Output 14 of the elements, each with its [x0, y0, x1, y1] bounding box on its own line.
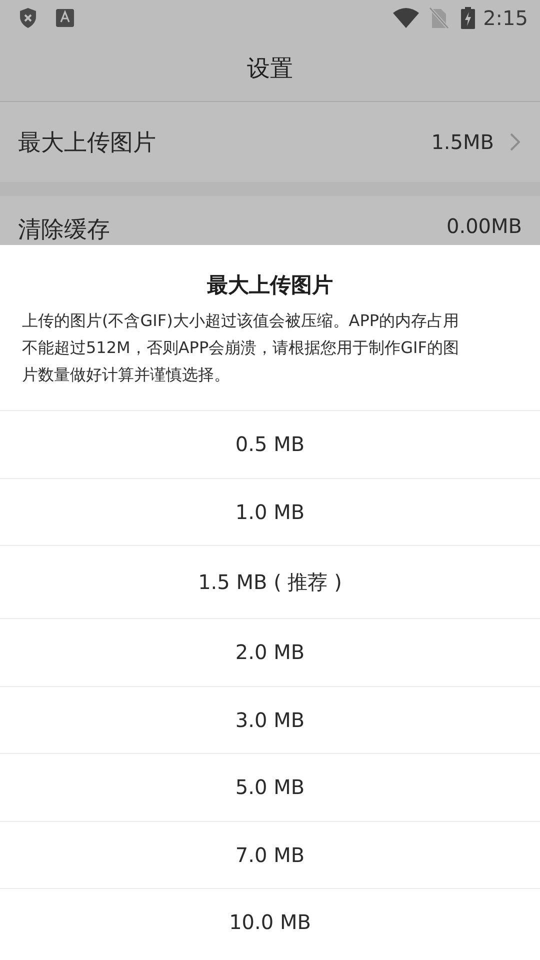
shield-icon [18, 7, 38, 29]
sheet-title: 最大上传图片 [206, 272, 334, 299]
no-sim-icon [429, 7, 450, 29]
wifi-icon [393, 8, 420, 28]
keyboard-icon [56, 9, 74, 27]
setting-value: 1.5MB [431, 130, 494, 154]
setting-value: 0.00MB [446, 214, 522, 238]
page-title: 设置 [247, 55, 293, 84]
setting-label: 最大上传图片 [18, 128, 157, 158]
setting-label: 清除缓存 [18, 216, 111, 245]
sheet-description: 上传的图片(不含GIF)大小超过该值会被压缩。APP的内存占用不能超过512M，否则APP会崩溃，请根据您用于制作GIF的图片数量做好计算并谨慎选择。 [21, 310, 460, 386]
battery-charging-icon [461, 7, 476, 29]
status-time: 2:15 [483, 6, 528, 30]
chevron-right-icon [510, 133, 520, 151]
